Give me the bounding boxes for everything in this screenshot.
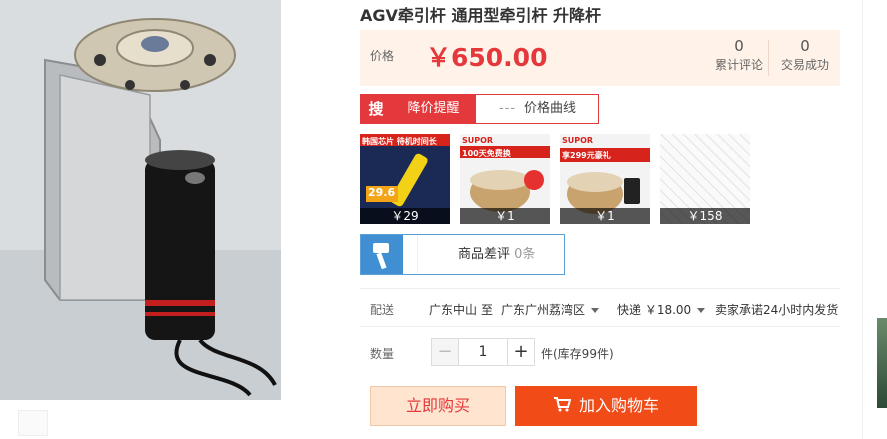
recommend-item-1[interactable]: 韩国芯片 待机时间长 29.6 ￥29 <box>360 134 450 224</box>
hammer-icon <box>361 235 403 274</box>
stat-reviews-count: 0 <box>734 37 744 55</box>
recommend-item-1-sub: 29.6 <box>368 186 396 199</box>
product-title: AGV牵引杆 通用型牵引杆 升降杆 <box>360 6 602 25</box>
recommend-item-3-brand: SUPOR <box>562 136 594 145</box>
chevron-down-icon <box>591 308 600 313</box>
quantity-increase-button[interactable]: + <box>507 338 535 366</box>
stat-reviews[interactable]: 0 累计评论 <box>704 36 774 74</box>
chart-dash-icon: --- <box>498 101 517 116</box>
recommend-item-3-price: ￥1 <box>560 208 650 224</box>
product-photo-graphic <box>0 0 281 400</box>
image-thumbnail-strip <box>0 400 342 439</box>
ship-destination-value: 广东广州荔湾区 <box>501 303 586 317</box>
recommend-item-2-sub: 100天免费换 <box>462 149 511 158</box>
price-panel: 价格 ￥650.00 0 累计评论 0 交易成功 <box>360 30 840 86</box>
search-logo-icon: 搜 <box>361 95 391 123</box>
stat-sales[interactable]: 0 交易成功 <box>770 36 840 74</box>
negative-review-text: 商品差评 <box>458 247 511 262</box>
add-to-cart-label: 加入购物车 <box>578 396 659 415</box>
side-shop-panel <box>862 0 887 439</box>
recommend-item-1-price: ￥29 <box>360 208 450 224</box>
ship-to-word: 至 <box>481 303 494 317</box>
add-to-cart-button[interactable]: 加入购物车 <box>515 386 697 426</box>
quantity-input[interactable]: 1 <box>458 338 508 366</box>
ship-destination-select[interactable]: 广东广州荔湾区 <box>501 301 600 318</box>
recommend-item-1-caption: 韩国芯片 待机时间长 <box>362 137 437 146</box>
recommend-item-4[interactable]: ￥158 <box>660 134 750 224</box>
price-curve-button[interactable]: --- 价格曲线 <box>477 95 598 123</box>
quantity-decrease-button[interactable]: − <box>431 338 459 366</box>
buy-now-button[interactable]: 立即购买 <box>370 386 506 426</box>
stat-reviews-label: 累计评论 <box>714 58 763 72</box>
recommend-item-2-brand: SUPOR <box>462 136 494 145</box>
stock-info: 件(库存99件) <box>541 347 614 361</box>
product-main-image[interactable] <box>0 0 281 400</box>
ship-method-select[interactable]: 快递 ￥18.00 <box>617 301 706 318</box>
stat-sales-count: 0 <box>800 37 810 55</box>
image-thumbnail[interactable] <box>18 410 48 436</box>
price-drop-alert-button[interactable]: 降价提醒 <box>391 95 476 123</box>
price-value: ￥650.00 <box>426 43 548 72</box>
section-divider <box>360 326 840 327</box>
price-action-bar: 搜 降价提醒 --- 价格曲线 <box>360 94 599 124</box>
recommend-item-3[interactable]: SUPOR 享299元豪礼 ￥1 <box>560 134 650 224</box>
recommend-item-2-price: ￥1 <box>460 208 550 224</box>
ship-promise: 卖家承诺24小时内发货 <box>715 303 839 317</box>
ship-from: 广东中山 <box>429 303 478 317</box>
quantity-label: 数量 <box>370 347 395 361</box>
side-recommend-image[interactable] <box>877 318 887 408</box>
negative-review-box[interactable]: 商品差评 0条 <box>360 234 565 275</box>
recommend-item-3-sub: 享299元豪礼 <box>562 151 611 160</box>
negative-review-count: 0条 <box>514 247 536 262</box>
recommend-item-2[interactable]: SUPOR 100天免费换 ￥1 <box>460 134 550 224</box>
chevron-down-icon <box>697 308 706 313</box>
price-curve-label: 价格曲线 <box>524 101 577 116</box>
stat-divider <box>768 40 769 76</box>
negative-review-label: 商品差评 0条 <box>417 235 562 274</box>
price-label: 价格 <box>370 49 395 63</box>
shipping-label: 配送 <box>370 303 395 317</box>
cart-icon <box>553 387 572 427</box>
section-divider <box>360 288 840 289</box>
recommend-item-4-price: ￥158 <box>660 208 750 224</box>
ship-method-value: 快递 ￥18.00 <box>617 303 692 317</box>
stat-sales-label: 交易成功 <box>780 58 829 72</box>
